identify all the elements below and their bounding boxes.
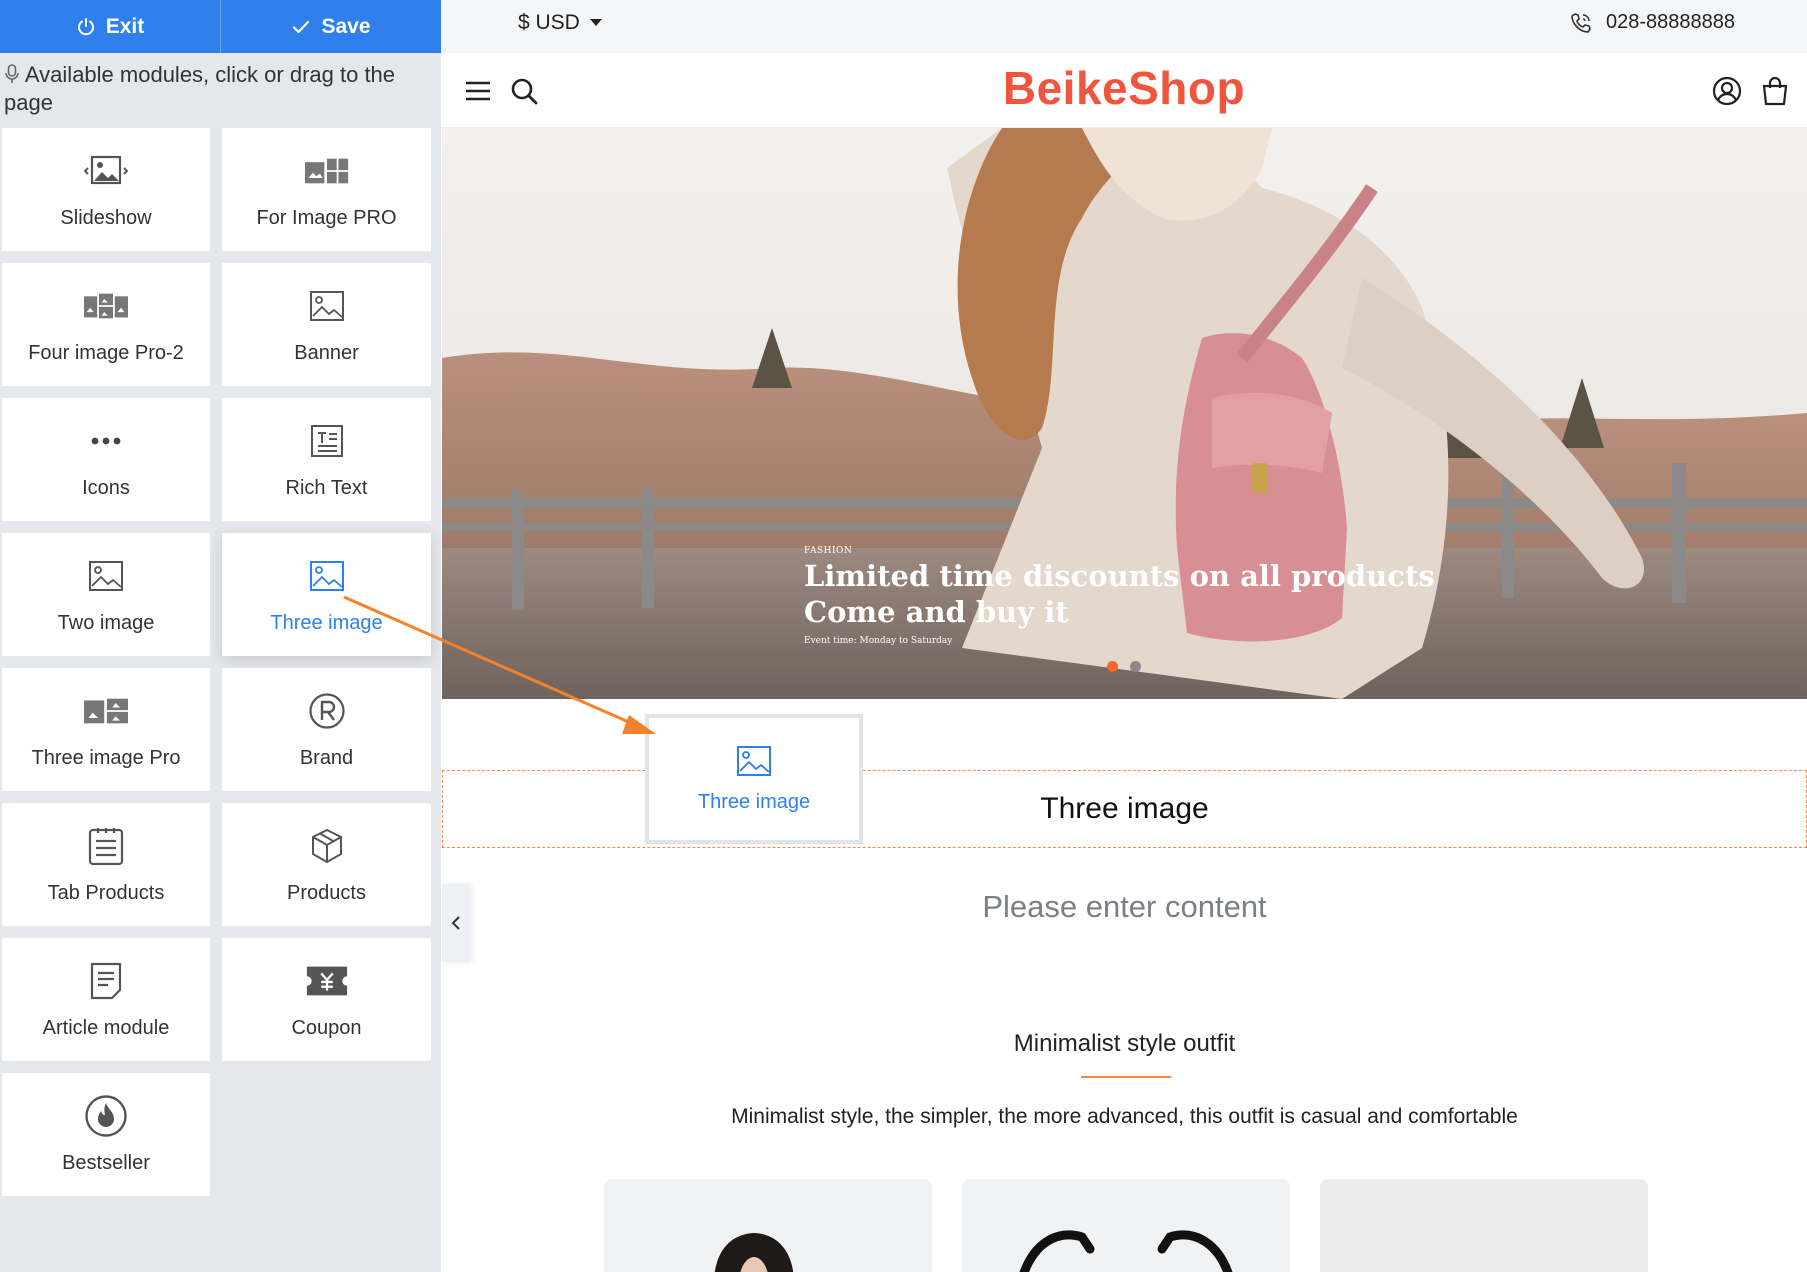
module-three-image-pro[interactable]: Three image Pro — [2, 668, 210, 791]
cart-icon[interactable] — [1759, 75, 1791, 107]
product-image — [1320, 1179, 1648, 1272]
module-label: Products — [287, 882, 366, 904]
article-icon — [84, 959, 128, 1003]
banner-icon — [305, 284, 349, 328]
hero-slideshow[interactable]: FASHION Limited time discounts on all pr… — [442, 128, 1807, 699]
sidebar-actions: Exit Save — [0, 0, 441, 53]
module-label: Coupon — [291, 1017, 362, 1039]
exit-button[interactable]: Exit — [0, 0, 220, 53]
store-topbar: $ USD 028-88888888 — [441, 0, 1807, 53]
module-brand[interactable]: Brand — [222, 668, 431, 791]
slide-dot-active[interactable] — [1107, 661, 1118, 672]
dragging-module-label: Three image — [697, 790, 811, 813]
module-label: Two image — [57, 612, 155, 634]
module-products[interactable]: Products — [222, 803, 431, 926]
three-image-icon — [305, 554, 349, 598]
product-card[interactable] — [1320, 1179, 1648, 1272]
power-icon — [77, 17, 94, 35]
module-coupon[interactable]: Coupon — [222, 938, 431, 1061]
products-icon — [305, 824, 349, 868]
module-sidebar: Exit Save Available modules, click or dr… — [0, 0, 441, 1272]
product-card[interactable] — [604, 1179, 932, 1272]
brand-icon — [305, 689, 349, 733]
slide-dot[interactable] — [1130, 661, 1141, 672]
module-article[interactable]: Article module — [2, 938, 210, 1061]
module-label: Four image Pro-2 — [28, 342, 184, 364]
three-image-pro-icon — [84, 689, 128, 733]
module-label: Bestseller — [62, 1152, 150, 1174]
phone-number: 028-88888888 — [1605, 11, 1735, 33]
hero-title-line1: Limited time discounts on all products — [804, 559, 1435, 593]
check-icon — [293, 20, 310, 33]
rich-text-icon — [305, 419, 349, 463]
hero-tag: FASHION — [804, 546, 853, 556]
three-image-icon — [737, 745, 771, 776]
slideshow-pagination — [1107, 661, 1141, 672]
content-placeholder: Please enter content — [982, 889, 1267, 924]
module-bestseller[interactable]: Bestseller — [2, 1073, 210, 1196]
caret-down-icon — [589, 19, 602, 26]
hero-caption: FASHION Limited time discounts on all pr… — [804, 546, 1435, 646]
module-banner[interactable]: Banner — [222, 263, 431, 386]
currency-label: $ USD — [518, 11, 580, 34]
module-four-image-pro-2[interactable]: Four image Pro-2 — [2, 263, 210, 386]
hero-subtitle: Event time: Monday to Saturday — [804, 636, 953, 646]
microphone-icon — [5, 64, 19, 83]
module-label: Brand — [299, 747, 354, 769]
section-description: Minimalist style, the simpler, the more … — [731, 1105, 1518, 1128]
module-rich-text[interactable]: Rich Text — [222, 398, 431, 521]
product-image — [1019, 1230, 1233, 1272]
tab-products-icon — [84, 824, 128, 868]
module-image-pro[interactable]: For Image PRO — [222, 128, 431, 251]
phone-icon — [1571, 12, 1591, 33]
modules-hint-text: Available modules, click or drag to the … — [4, 62, 396, 115]
four-image-icon — [84, 284, 128, 328]
module-label: Icons — [82, 477, 130, 499]
module-label: Tab Products — [47, 882, 165, 904]
module-slideshow[interactable]: Slideshow — [2, 128, 210, 251]
currency-selector[interactable]: $ USD — [518, 11, 602, 35]
module-grid: Slideshow For Image PRO Four image Pro-2… — [2, 128, 434, 1196]
module-label: Slideshow — [60, 207, 152, 229]
module-three-image[interactable]: Three image — [222, 533, 431, 656]
exit-label: Exit — [105, 14, 145, 38]
module-two-image[interactable]: Two image — [2, 533, 210, 656]
module-label: Rich Text — [285, 477, 368, 499]
save-label: Save — [321, 14, 371, 38]
module-label: Three image Pro — [31, 747, 181, 769]
section-divider — [1081, 1076, 1171, 1078]
module-tab-products[interactable]: Tab Products — [2, 803, 210, 926]
module-label: Banner — [294, 342, 359, 364]
hero-title-line2: Come and buy it — [804, 595, 1069, 629]
product-image — [714, 1233, 794, 1272]
phone-contact: 028-88888888 — [1570, 11, 1735, 34]
bestseller-icon — [84, 1094, 128, 1138]
store-header: BeikeShop — [441, 53, 1807, 128]
section-title: Minimalist style outfit — [1013, 1030, 1236, 1057]
save-button[interactable]: Save — [220, 0, 441, 53]
module-label: Three image — [270, 612, 383, 634]
store-logo[interactable]: BeikeShop — [441, 61, 1807, 115]
account-icon[interactable] — [1711, 75, 1743, 107]
image-pro-icon — [304, 149, 349, 193]
product-card[interactable] — [962, 1179, 1290, 1272]
slideshow-icon — [84, 149, 128, 193]
icons-icon — [84, 419, 128, 463]
coupon-icon — [305, 959, 349, 1003]
module-icons[interactable]: Icons — [2, 398, 210, 521]
module-label: Article module — [42, 1017, 170, 1039]
module-label: For Image PRO — [256, 207, 397, 229]
two-image-icon — [84, 554, 128, 598]
dragging-module-three-image[interactable]: Three image — [645, 714, 863, 844]
